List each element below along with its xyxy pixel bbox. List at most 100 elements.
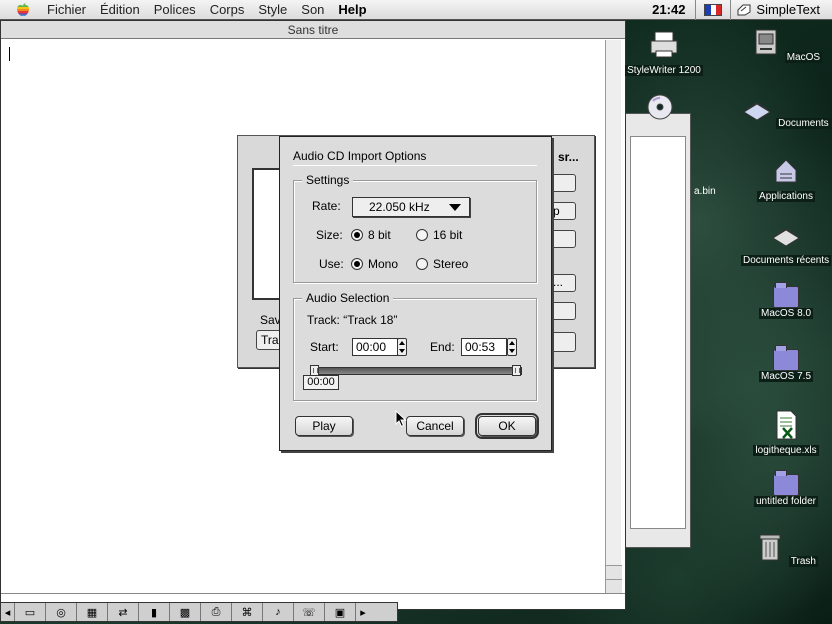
- control-strip-monitor-icon[interactable]: ▭: [15, 603, 46, 621]
- desktop-icon-documents[interactable]: Documents: [741, 94, 831, 129]
- start-time-field[interactable]: 00:00: [352, 338, 398, 356]
- end-label: End:: [430, 340, 455, 354]
- use-stereo-label[interactable]: Stereo: [433, 257, 468, 271]
- control-strip-speech-icon[interactable]: ☏: [294, 603, 325, 621]
- menu-help[interactable]: Help: [331, 2, 373, 17]
- menubar-clock[interactable]: 21:42: [642, 2, 695, 17]
- application-menu[interactable]: SimpleText: [731, 2, 832, 17]
- control-strip-cd-icon[interactable]: ◎: [46, 603, 77, 621]
- ok-button[interactable]: OK: [475, 413, 539, 439]
- system-folder-icon: [773, 345, 799, 371]
- background-finder-window-content: [630, 136, 686, 529]
- background-dialog-button-3[interactable]: ...: [548, 274, 576, 292]
- desktop-icon-macos-75[interactable]: MacOS 7.5: [741, 343, 831, 382]
- selection-end-thumb[interactable]: [512, 365, 521, 376]
- use-mono-label[interactable]: Mono: [368, 257, 398, 271]
- slider-time-tooltip: 00:00: [303, 375, 339, 390]
- desktop-icon-label: Documents récents: [741, 255, 832, 266]
- desktop-icon-label: logitheque.xls: [753, 445, 819, 456]
- control-strip-resolution-icon[interactable]: ▩: [170, 603, 201, 621]
- scroll-up-arrow-icon[interactable]: [606, 565, 622, 579]
- menu-son[interactable]: Son: [294, 2, 331, 17]
- menu-edition[interactable]: Édition: [93, 2, 147, 17]
- background-dialog-button-5[interactable]: [548, 332, 576, 352]
- desktop-icon-label: Trash: [788, 556, 818, 567]
- control-strip-tab-icon[interactable]: ◂: [1, 603, 15, 621]
- settings-group-label: Settings: [302, 173, 354, 187]
- control-strip-collapse-icon[interactable]: ▸: [356, 603, 370, 621]
- background-finder-window[interactable]: a.bin: [625, 113, 716, 548]
- desktop-icon-trash[interactable]: Trash: [741, 532, 831, 567]
- control-strip-printer-icon[interactable]: ⎙: [201, 603, 232, 621]
- end-time-field[interactable]: 00:53: [461, 338, 507, 356]
- menu-corps[interactable]: Corps: [203, 2, 252, 17]
- background-dialog-field-2[interactable]: [548, 174, 576, 192]
- menu-style[interactable]: Style: [251, 2, 294, 17]
- apple-menu-icon[interactable]: [14, 2, 32, 17]
- background-dialog-button-1[interactable]: p: [548, 202, 576, 220]
- desktop-icon-macos-8[interactable]: MacOS 8.0: [741, 280, 831, 319]
- trash-icon: [759, 534, 781, 561]
- cancel-button[interactable]: Cancel: [406, 416, 464, 436]
- control-strip[interactable]: ◂ ▭ ◎ ▦ ⇄ ▮ ▩ ⎙ ⌘ ♪ ☏ ▣ ▸: [0, 602, 398, 622]
- selection-slider-track[interactable]: [312, 367, 522, 375]
- system-folder-icon: [773, 282, 799, 308]
- rate-value: 22.050 kHz: [369, 200, 430, 214]
- application-name: SimpleText: [756, 2, 820, 17]
- use-mono-radio[interactable]: [351, 258, 363, 270]
- desktop-icon-label: untitled folder: [753, 496, 819, 507]
- vertical-scrollbar[interactable]: [605, 40, 622, 593]
- background-dialog-button-2[interactable]: [548, 230, 576, 248]
- desktop-icon-cd[interactable]: [640, 92, 680, 127]
- background-field-fragment: Tra: [261, 333, 279, 347]
- desktop-icon-label: MacOS 7.5: [758, 371, 814, 382]
- control-strip-keychain-icon[interactable]: ▣: [325, 603, 356, 621]
- desktop-icon-label: Applications: [757, 191, 815, 202]
- excel-file-icon: [776, 410, 797, 440]
- size-8bit-label[interactable]: 8 bit: [368, 228, 391, 242]
- background-dialog-button-4[interactable]: [548, 302, 576, 320]
- cd-icon: [647, 94, 673, 120]
- size-16bit-label[interactable]: 16 bit: [433, 228, 462, 242]
- recent-documents-icon: [772, 228, 800, 247]
- size-label: Size:: [316, 228, 343, 242]
- tooltip-time-value: 00:00: [307, 376, 335, 388]
- play-button[interactable]: Play: [295, 416, 353, 436]
- menubar: Fichier Édition Polices Corps Style Son …: [0, 0, 832, 20]
- control-strip-file-sharing-icon[interactable]: ▦: [77, 603, 108, 621]
- dialog-title: Audio CD Import Options: [293, 149, 427, 163]
- window-bottom-edge: [1, 593, 625, 594]
- desktop-icon-macos[interactable]: MacOS: [741, 28, 831, 63]
- desktop-icon-label: MacOS: [784, 52, 823, 63]
- scroll-down-arrow-icon[interactable]: [606, 579, 622, 593]
- desktop-icon-recent-documents[interactable]: Documents récents: [741, 220, 832, 266]
- end-time-value: 00:53: [465, 340, 496, 354]
- desktop-icon-stylewriter[interactable]: StyleWriter 1200: [619, 30, 709, 76]
- control-strip-color-depth-icon[interactable]: ▮: [139, 603, 170, 621]
- control-strip-sound-icon[interactable]: ♪: [263, 603, 294, 621]
- menubar-separator: [695, 0, 697, 20]
- desktop-icon-untitled-folder[interactable]: untitled folder: [741, 468, 831, 507]
- control-strip-appletalk-icon[interactable]: ⇄: [108, 603, 139, 621]
- audio-selection-group-label: Audio Selection: [302, 291, 394, 305]
- keyboard-layout-flag-icon[interactable]: [704, 3, 723, 16]
- document-window-title[interactable]: Sans titre: [1, 21, 625, 39]
- use-stereo-radio[interactable]: [416, 258, 428, 270]
- desktop-icon-logitheque[interactable]: logitheque.xls: [741, 410, 831, 456]
- desktop-icon-applications[interactable]: Applications: [741, 156, 831, 202]
- use-label: Use:: [319, 257, 344, 271]
- start-time-stepper[interactable]: [397, 338, 407, 356]
- background-button-fragment: p: [553, 204, 560, 218]
- size-8bit-radio[interactable]: [351, 229, 363, 241]
- menu-fichier[interactable]: Fichier: [40, 2, 93, 17]
- menu-polices[interactable]: Polices: [147, 2, 203, 17]
- audio-cd-import-options-dialog: Audio CD Import Options Settings Rate: 2…: [279, 136, 552, 451]
- rate-popup-menu[interactable]: 22.050 kHz: [352, 197, 470, 217]
- end-time-stepper[interactable]: [507, 338, 517, 356]
- size-16bit-radio[interactable]: [416, 229, 428, 241]
- applications-icon: [775, 159, 797, 183]
- control-strip-remote-icon[interactable]: ⌘: [232, 603, 263, 621]
- text-caret: [9, 47, 10, 61]
- dialog-title-separator: [293, 165, 537, 166]
- background-file-list[interactable]: [252, 168, 282, 300]
